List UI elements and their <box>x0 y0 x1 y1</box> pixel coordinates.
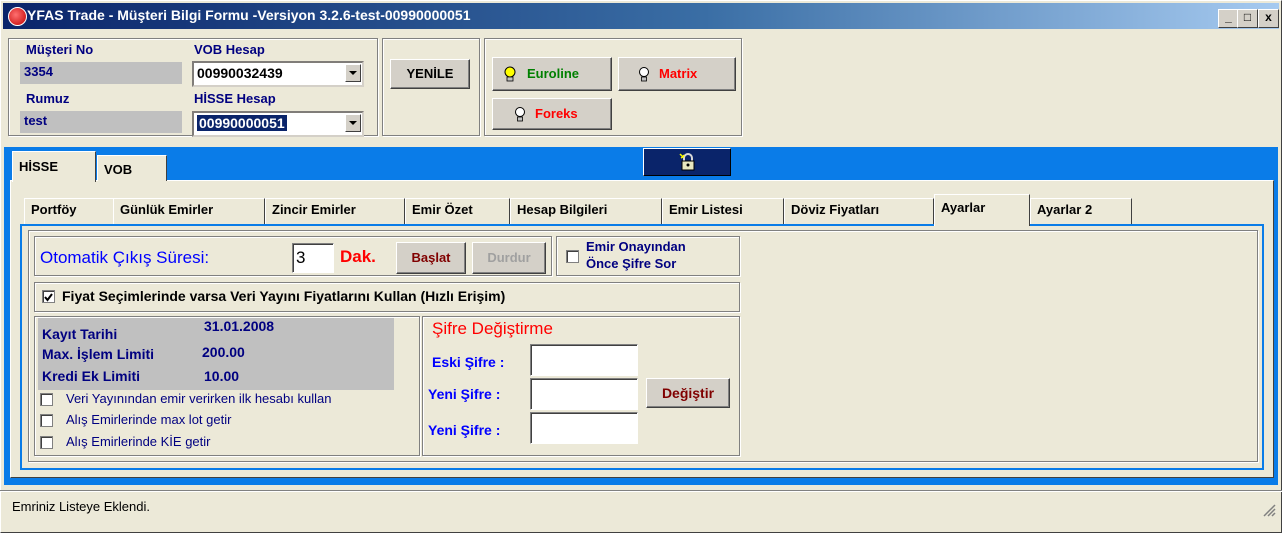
window-title: YFAS Trade - Müşteri Bilgi Formu -Versiy… <box>27 7 471 23</box>
lightbulb-icon <box>513 106 527 127</box>
auto-logout-input[interactable]: 3 <box>292 243 334 273</box>
option-checkbox[interactable] <box>40 414 53 427</box>
password-change-title: Şifre Değiştirme <box>432 319 553 338</box>
musteri-no-value: 3354 <box>20 62 182 84</box>
kayit-tarihi-value: 31.01.2008 <box>204 318 275 334</box>
tab-emir-listesi[interactable]: Emir Listesi <box>662 198 784 224</box>
kayit-tarihi-label: Kayıt Tarihi <box>42 326 118 342</box>
feed-prices-label: Fiyat Seçimlerinde varsa Veri Yayını Fiy… <box>62 288 506 304</box>
resize-grip-icon[interactable] <box>1262 503 1276 520</box>
foreks-button[interactable]: Foreks <box>492 98 612 130</box>
title-bar[interactable]: YFAS Trade - Müşteri Bilgi Formu -Versiy… <box>3 3 1279 29</box>
confirm-password-label: Emir Onayından Önce Şifre Sor <box>586 238 686 272</box>
confirm-new-password-label: Yeni Şifre : <box>428 422 501 438</box>
vob-hesap-value: 00990032439 <box>197 65 283 81</box>
hisse-hesap-label: HİSSE Hesap <box>194 91 276 106</box>
kredi-ek-value: 10.00 <box>204 368 240 384</box>
confirm-password-line2: Önce Şifre Sor <box>586 256 677 271</box>
new-password-input[interactable] <box>530 378 638 410</box>
tab-ayarlar[interactable]: Ayarlar <box>934 194 1030 226</box>
feed-prices-checkbox[interactable] <box>42 290 55 303</box>
old-password-label: Eski Şifre : <box>432 354 505 370</box>
lock-icon <box>678 152 698 175</box>
new-password-label: Yeni Şifre : <box>428 386 501 402</box>
option-label: Alış Emirlerinde KİE getir <box>66 434 211 449</box>
euroline-label: Euroline <box>527 66 580 81</box>
minimize-button[interactable]: _ <box>1218 9 1239 28</box>
chevron-down-icon[interactable] <box>345 114 361 132</box>
rumuz-label: Rumuz <box>26 91 70 106</box>
euroline-button[interactable]: Euroline <box>492 57 612 91</box>
maximize-button[interactable]: □ <box>1237 9 1258 28</box>
auto-logout-label: Otomatik Çıkış Süresi: <box>40 248 210 267</box>
hisse-hesap-select[interactable]: 00990000051 <box>192 111 364 137</box>
old-password-input[interactable] <box>530 344 638 376</box>
tab-doviz-fiyatlari[interactable]: Döviz Fiyatları <box>784 198 934 224</box>
option-label: Alış Emirlerinde max lot getir <box>66 412 232 427</box>
tab-gunluk-emirler[interactable]: Günlük Emirler <box>113 198 265 224</box>
max-islem-label: Max. İşlem Limiti <box>42 346 155 362</box>
yenile-button[interactable]: YENİLE <box>390 59 470 89</box>
tab-ayarlar-2[interactable]: Ayarlar 2 <box>1030 198 1132 224</box>
lock-button[interactable] <box>643 148 731 176</box>
rumuz-value: test <box>20 111 182 133</box>
tab-vob[interactable]: VOB <box>97 155 167 181</box>
tab-emir-ozet[interactable]: Emir Özet <box>405 198 510 224</box>
chevron-down-icon[interactable] <box>345 64 361 82</box>
confirm-password-line1: Emir Onayından <box>586 239 686 254</box>
app-icon <box>8 7 27 26</box>
durdur-button[interactable]: Durdur <box>472 242 546 274</box>
matrix-button[interactable]: Matrix <box>618 57 736 91</box>
option-checkbox[interactable] <box>40 393 53 406</box>
degistir-button[interactable]: Değiştir <box>646 378 730 408</box>
option-label: Veri Yayınından emir verirken ilk hesabı… <box>66 391 332 406</box>
lightbulb-icon <box>637 66 651 87</box>
status-bar: Emriniz Listeye Eklendi. <box>4 495 1278 521</box>
status-message: Emriniz Listeye Eklendi. <box>12 499 150 514</box>
auto-logout-unit: Dak. <box>340 247 376 266</box>
lightbulb-icon <box>503 66 517 87</box>
confirm-new-password-input[interactable] <box>530 412 638 444</box>
musteri-no-label: Müşteri No <box>26 42 94 57</box>
tab-hisse[interactable]: HİSSE <box>12 151 96 182</box>
vob-hesap-label: VOB Hesap <box>194 42 265 57</box>
vob-hesap-select[interactable]: 00990032439 <box>192 61 364 87</box>
baslat-button[interactable]: Başlat <box>396 242 466 274</box>
matrix-label: Matrix <box>659 66 698 81</box>
tab-zincir-emirler[interactable]: Zincir Emirler <box>265 198 405 224</box>
confirm-password-checkbox[interactable] <box>566 250 579 263</box>
hisse-hesap-value: 00990000051 <box>197 115 287 131</box>
foreks-label: Foreks <box>535 106 578 121</box>
max-islem-value: 200.00 <box>202 344 245 360</box>
tab-portfoy[interactable]: Portföy <box>24 198 114 224</box>
tab-hesap-bilgileri[interactable]: Hesap Bilgileri <box>510 198 662 224</box>
close-button[interactable]: x <box>1258 9 1279 28</box>
status-divider <box>0 490 1282 492</box>
option-checkbox[interactable] <box>40 436 53 449</box>
kredi-ek-label: Kredi Ek Limiti <box>42 368 141 384</box>
